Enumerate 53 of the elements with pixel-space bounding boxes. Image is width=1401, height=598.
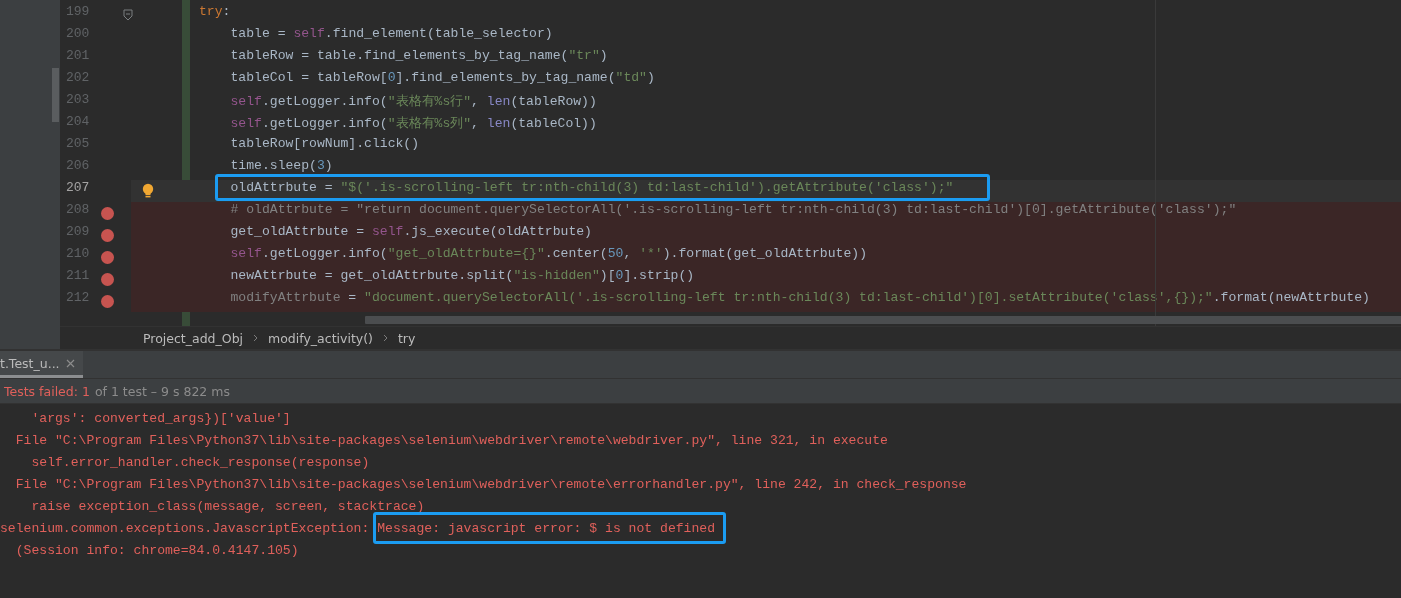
console-line: File "C:\Program Files\Python37\lib\site-packages\selenium\webdriver\remote\webdriver.py", line 321, in execute	[14, 433, 888, 448]
code-line: self.getLogger.info("表格有%s行", len(tableRow))	[230, 94, 597, 109]
line-number: 212	[65, 290, 91, 307]
line-number: 207	[65, 180, 91, 197]
lightbulb-icon[interactable]	[141, 183, 155, 199]
line-number: 201	[65, 48, 91, 65]
breadcrumb-item[interactable]: Project_add_Obj	[139, 330, 248, 346]
tests-failed-label: Tests failed: 1	[4, 383, 90, 399]
line-number: 208	[65, 202, 91, 219]
breakpoint-icon[interactable]	[101, 272, 114, 286]
console-line: selenium.common.exceptions.JavascriptException:	[0, 521, 371, 536]
highlighted-error-message: Message: javascript error: $ is not defined	[373, 512, 727, 544]
code-line: self.getLogger.info("表格有%s列", len(tableCol))	[230, 116, 597, 131]
line-number: 206	[65, 158, 91, 175]
fold-icon[interactable]	[123, 9, 133, 21]
code-line: tableRow[rowNum].click()	[230, 136, 420, 151]
code-line: modifyAttrbute = "document.querySelectorAll('.is-scrolling-left tr:nth-child(3) td:last-child')[0].setAttribute('class',{});".format(newAttrbute)	[230, 290, 1370, 305]
breakpoint-icon[interactable]	[101, 228, 114, 242]
console-line: File "C:\Program Files\Python37\lib\site-packages\selenium\webdriver\remote\errorhandler.py", line 242, in check_response	[14, 477, 967, 492]
code-line: # oldAttrbute = "return document.querySelectorAll('.is-scrolling-left tr:nth-child(3) td:last-child')[0].getAttribute('class');"	[230, 202, 1237, 217]
breakpoint-icon[interactable]	[101, 250, 114, 264]
console-line: raise exception_class(message, screen, stacktrace)	[30, 499, 425, 514]
line-number: 210	[65, 246, 91, 263]
console-line: 'args': converted_args})['value']	[30, 411, 291, 426]
horizontal-scrollbar[interactable]	[365, 316, 1401, 324]
run-tab[interactable]: t.Test_u...	[0, 351, 83, 378]
line-number: 203	[65, 92, 91, 109]
line-number: 202	[65, 70, 91, 87]
code-line: table = self.find_element(table_selector)	[230, 26, 553, 41]
code-line: time.sleep(3)	[230, 158, 333, 173]
breakpoint-icon[interactable]	[101, 294, 114, 308]
code-line: try:	[199, 4, 231, 19]
line-number: 199	[65, 4, 91, 21]
line-number: 200	[65, 26, 91, 43]
console-line: self.error_handler.check_response(response)	[30, 455, 370, 470]
code-line: newAttrbute = get_oldAttrbute.split("is-hidden")[0].strip()	[230, 268, 695, 283]
chevron-icon	[382, 334, 388, 342]
code-line: get_oldAttrbute = self.js_execute(oldAttrbute)	[230, 224, 592, 239]
line-number: 205	[65, 136, 91, 153]
line-number: 209	[65, 224, 91, 241]
scrollbar-thumb[interactable]	[52, 68, 59, 122]
test-summary: of 1 test – 9 s 822 ms	[94, 383, 230, 399]
breadcrumb-item[interactable]: modify_activity()	[264, 330, 377, 346]
code-line: tableRow = table.find_elements_by_tag_name("tr")	[230, 48, 608, 63]
line-number: 204	[65, 114, 91, 131]
chevron-icon	[253, 334, 259, 342]
console-line: (Session info: chrome=84.0.4147.105)	[14, 543, 299, 558]
line-number: 211	[65, 268, 91, 285]
code-line: self.getLogger.info("get_oldAttrbute={}".center(50, '*').format(get_oldAttrbute))	[230, 246, 867, 261]
breakpoint-icon[interactable]	[101, 206, 114, 220]
code-line: tableCol = tableRow[0].find_elements_by_tag_name("td")	[230, 70, 655, 85]
close-icon[interactable]	[65, 358, 75, 368]
breadcrumb-item[interactable]: try	[393, 330, 420, 346]
